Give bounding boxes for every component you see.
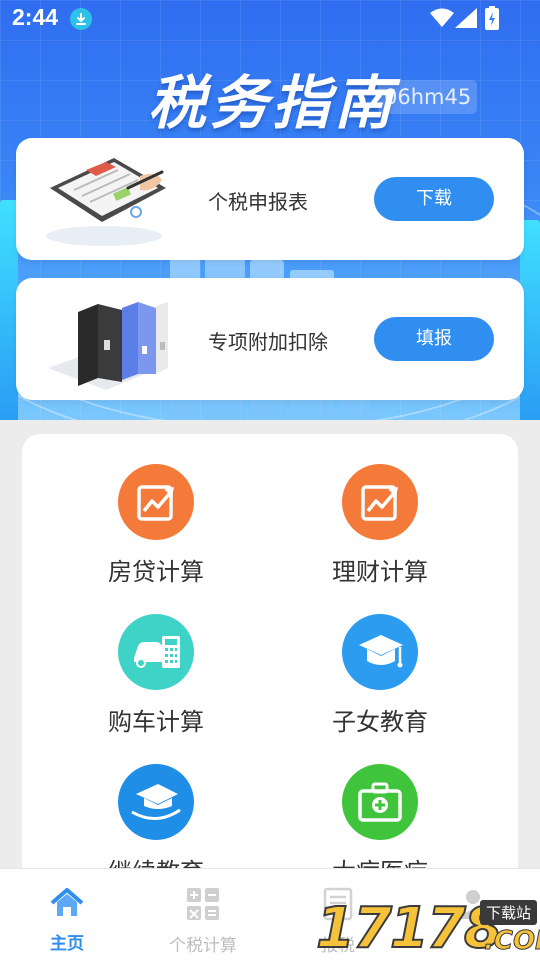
car-calculator-icon bbox=[118, 614, 194, 690]
grid-item-label: 购车计算 bbox=[108, 708, 204, 736]
chart-trend-icon bbox=[118, 464, 194, 540]
tax-form-illustration bbox=[44, 150, 174, 250]
calculator-icon bbox=[186, 888, 220, 925]
tax-form-label: 个税申报表 bbox=[208, 190, 308, 214]
graduation-cap-icon bbox=[118, 764, 194, 840]
watermark-site: 下载站 bbox=[480, 900, 538, 925]
watermark-digits: 17178 bbox=[315, 895, 504, 960]
deduction-label: 专项附加扣除 bbox=[208, 330, 328, 354]
grid-item-car-calc[interactable]: 购车计算 bbox=[46, 614, 266, 737]
site-watermark-logo: 17178 下载站 .COM bbox=[315, 895, 540, 960]
tools-grid: 房贷计算 理财计算 购车计算 子女教育 继续教育 大病医疗 bbox=[22, 434, 518, 914]
binders-illustration bbox=[44, 290, 174, 390]
wifi-icon bbox=[430, 8, 454, 32]
grid-item-finance-calc[interactable]: 理财计算 bbox=[270, 464, 490, 587]
deduction-card: 专项附加扣除 填报 bbox=[16, 278, 524, 400]
download-icon bbox=[70, 8, 92, 30]
tab-label: 主页 bbox=[50, 934, 84, 954]
graduation-cap-icon bbox=[342, 614, 418, 690]
home-icon bbox=[50, 888, 84, 923]
download-button[interactable]: 下载 bbox=[374, 177, 494, 221]
battery-icon bbox=[485, 6, 499, 34]
chart-trend-icon bbox=[342, 464, 418, 540]
medical-kit-icon bbox=[342, 764, 418, 840]
status-bar: 2:44 bbox=[0, 0, 540, 38]
tax-form-card: 个税申报表 下载 bbox=[16, 138, 524, 260]
grid-item-label: 房贷计算 bbox=[108, 558, 204, 586]
grid-item-child-education[interactable]: 子女教育 bbox=[270, 614, 490, 737]
fill-report-button[interactable]: 填报 bbox=[374, 317, 494, 361]
grid-item-label: 理财计算 bbox=[332, 558, 428, 586]
page-title: 税务指南 bbox=[148, 69, 397, 137]
tab-label: 个税计算 bbox=[169, 936, 237, 956]
watermark-tag: 06hm45 bbox=[378, 80, 478, 114]
grid-item-label: 子女教育 bbox=[332, 708, 428, 736]
watermark-domain: .COM bbox=[484, 926, 540, 957]
status-time: 2:44 bbox=[12, 4, 59, 30]
grid-item-mortgage-calc[interactable]: 房贷计算 bbox=[46, 464, 266, 587]
tab-home[interactable]: 主页 bbox=[17, 887, 117, 954]
signal-icon bbox=[455, 8, 477, 32]
tab-tax-calc[interactable]: 个税计算 bbox=[153, 887, 253, 956]
